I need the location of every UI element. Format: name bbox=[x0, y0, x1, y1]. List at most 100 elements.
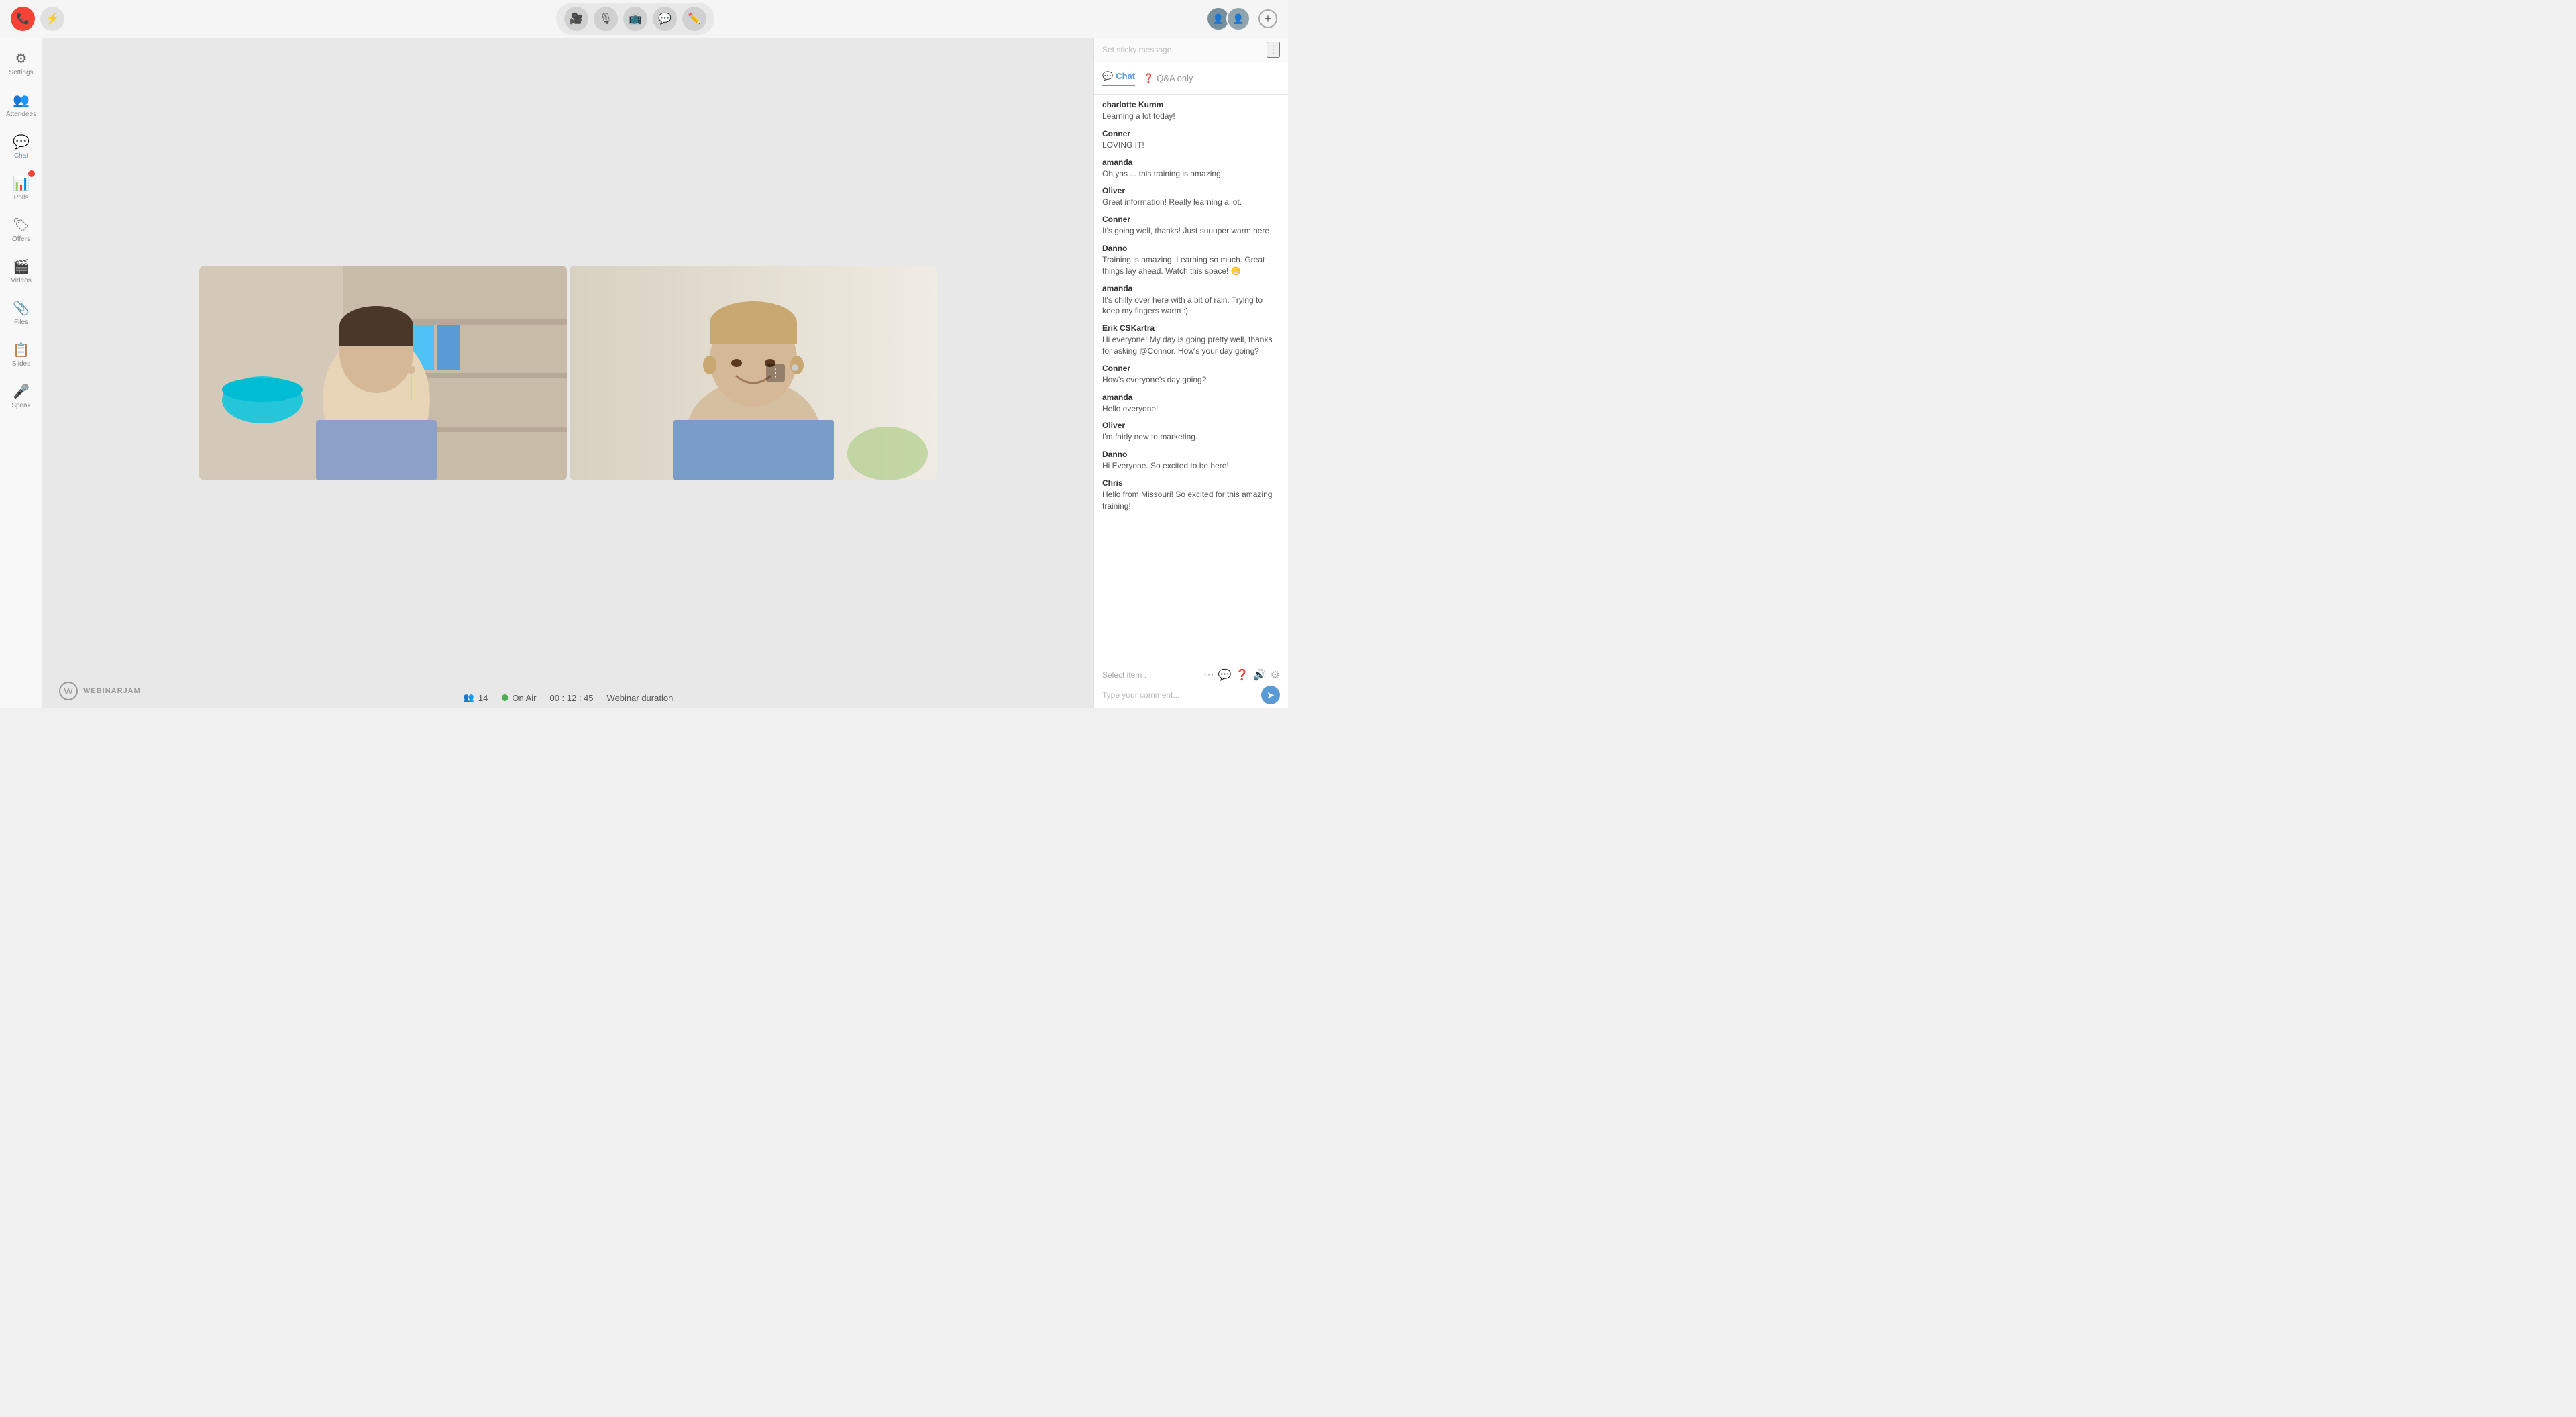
hangup-icon: 📞 bbox=[16, 12, 30, 25]
main-content: ⚙ Settings 👥 Attendees 💬 Chat 📊 Polls 🏷 … bbox=[0, 38, 1288, 708]
chat-name-4: Conner bbox=[1102, 215, 1280, 224]
message-icon-btn[interactable]: 💬 bbox=[1218, 668, 1232, 682]
screen-share-button[interactable]: 📺 bbox=[623, 7, 647, 31]
mic-button[interactable]: 🎙 bbox=[594, 7, 618, 31]
more-options-chat-btn[interactable]: ··· bbox=[1203, 668, 1214, 682]
chat-toolbar-button[interactable]: 💬 bbox=[653, 7, 677, 31]
chat-message-8: Conner How's everyone's day going? bbox=[1102, 364, 1280, 386]
add-attendee-button[interactable]: + bbox=[1258, 9, 1277, 28]
logo-area: W WEBINARJAM bbox=[59, 682, 141, 700]
chat-comment-input[interactable] bbox=[1102, 690, 1257, 700]
chat-header: 💬 Chat ❓ Q&A only bbox=[1094, 62, 1288, 95]
chat-name-1: Conner bbox=[1102, 129, 1280, 138]
attendee-avatars: 👤 👤 bbox=[1206, 7, 1250, 31]
timer-stat: 00 : 12 : 45 bbox=[549, 693, 593, 703]
video-tile-2 bbox=[570, 266, 937, 480]
tab-chat[interactable]: 💬 Chat bbox=[1102, 71, 1135, 86]
chat-input-icons: ··· 💬 ❓ 🔊 ⚙ bbox=[1203, 668, 1280, 682]
chat-text-6: It's chilly over here with a bit of rain… bbox=[1102, 295, 1280, 317]
screen-share-icon: 📺 bbox=[629, 12, 642, 25]
chat-send-button[interactable]: ➤ bbox=[1261, 686, 1280, 704]
chat-message-1: Conner LOVING IT! bbox=[1102, 129, 1280, 151]
chat-panel: Set sticky message... ⋮ 💬 Chat ❓ Q&A onl… bbox=[1093, 38, 1288, 708]
media-toolbar: 🎥 🎙 📺 💬 ✏️ bbox=[556, 3, 714, 35]
sticky-placeholder[interactable]: Set sticky message... bbox=[1102, 45, 1267, 54]
sidebar-item-settings[interactable]: ⚙ Settings bbox=[3, 43, 40, 83]
sidebar-item-videos[interactable]: 🎬 Videos bbox=[3, 251, 40, 291]
chat-name-7: Erik CSKartra bbox=[1102, 323, 1280, 333]
chat-name-9: amanda bbox=[1102, 392, 1280, 402]
chat-text-2: Oh yas ... this training is amazing! bbox=[1102, 168, 1280, 180]
chat-message-0: charlotte Kumm Learning a lot today! bbox=[1102, 100, 1280, 122]
logo-label: WEBINARJAM bbox=[83, 687, 141, 695]
flash-button[interactable]: ⚡ bbox=[40, 7, 64, 31]
video-area: ⋮ 👥 14 On Air 00 : 12 : 45 Webinar durat… bbox=[43, 38, 1093, 708]
sidebar-item-slides[interactable]: 📋 Slides bbox=[3, 334, 40, 374]
chat-name-0: charlotte Kumm bbox=[1102, 100, 1280, 109]
flash-icon: ⚡ bbox=[46, 12, 59, 25]
tab-qa[interactable]: ❓ Q&A only bbox=[1143, 73, 1193, 84]
edit-button[interactable]: ✏️ bbox=[682, 7, 706, 31]
videos-icon: 🎬 bbox=[13, 258, 30, 275]
chat-text-0: Learning a lot today! bbox=[1102, 111, 1280, 122]
polls-icon: 📊 bbox=[13, 175, 30, 192]
settings-label: Settings bbox=[9, 69, 33, 76]
qa-label: Q&A only bbox=[1157, 73, 1193, 83]
camera-button[interactable]: 🎥 bbox=[564, 7, 588, 31]
chat-message-3: Oliver Great information! Really learnin… bbox=[1102, 186, 1280, 208]
status-bar: 👥 14 On Air 00 : 12 : 45 Webinar duratio… bbox=[464, 692, 674, 703]
speak-icon: 🎤 bbox=[13, 383, 30, 400]
chat-name-10: Oliver bbox=[1102, 421, 1280, 430]
more-options-button[interactable]: ⋮ bbox=[766, 364, 785, 382]
mic-icon: 🎙 bbox=[599, 12, 612, 25]
chat-text-9: Hello everyone! bbox=[1102, 403, 1280, 415]
sidebar-item-polls[interactable]: 📊 Polls bbox=[3, 168, 40, 208]
left-sidebar: ⚙ Settings 👥 Attendees 💬 Chat 📊 Polls 🏷 … bbox=[0, 38, 43, 708]
sidebar-item-attendees[interactable]: 👥 Attendees bbox=[3, 85, 40, 125]
videos-label: Videos bbox=[11, 277, 31, 284]
chat-name-5: Danno bbox=[1102, 244, 1280, 253]
chat-tab-label: Chat bbox=[1116, 71, 1135, 81]
question-icon-btn[interactable]: ❓ bbox=[1236, 668, 1249, 682]
video-person-2 bbox=[570, 266, 937, 480]
offers-icon: 🏷 bbox=[13, 217, 30, 233]
chat-name-12: Chris bbox=[1102, 478, 1280, 488]
sidebar-item-files[interactable]: 📎 Files bbox=[3, 293, 40, 333]
on-air-label: On Air bbox=[512, 693, 536, 703]
video-grid bbox=[199, 266, 937, 480]
top-bar: 📞 ⚡ 🎥 🎙 📺 💬 ✏️ 👤 👤 + bbox=[0, 0, 1288, 38]
chat-tab-icon: 💬 bbox=[1102, 71, 1113, 82]
video-person-1 bbox=[199, 266, 567, 480]
duration-text: Webinar duration bbox=[607, 693, 674, 703]
chat-tabs: 💬 Chat ❓ Q&A only bbox=[1102, 71, 1193, 86]
files-icon: 📎 bbox=[13, 300, 30, 317]
volume-icon-btn[interactable]: 🔊 bbox=[1253, 668, 1267, 682]
chat-message-5: Danno Training is amazing. Learning so m… bbox=[1102, 244, 1280, 277]
chat-text-12: Hello from Missouri! So excited for this… bbox=[1102, 489, 1280, 512]
hangup-button[interactable]: 📞 bbox=[11, 7, 35, 31]
timer-display: 00 : 12 : 45 bbox=[549, 693, 593, 703]
chat-message-6: amanda It's chilly over here with a bit … bbox=[1102, 284, 1280, 317]
polls-label: Polls bbox=[14, 194, 29, 201]
chat-name-2: amanda bbox=[1102, 158, 1280, 167]
chat-text-10: I'm fairly new to marketing. bbox=[1102, 431, 1280, 443]
sidebar-item-offers[interactable]: 🏷 Offers bbox=[3, 209, 40, 250]
settings-chat-btn[interactable]: ⚙ bbox=[1271, 668, 1280, 682]
files-label: Files bbox=[14, 319, 28, 326]
sidebar-item-chat[interactable]: 💬 Chat bbox=[3, 126, 40, 166]
sidebar-item-speak[interactable]: 🎤 Speak bbox=[3, 376, 40, 416]
chat-name-11: Danno bbox=[1102, 450, 1280, 459]
top-right-controls: 👤 👤 + bbox=[1206, 7, 1277, 31]
chat-message-7: Erik CSKartra Hi everyone! My day is goi… bbox=[1102, 323, 1280, 357]
sticky-more-button[interactable]: ⋮ bbox=[1267, 42, 1280, 58]
chat-input-row: ➤ bbox=[1102, 686, 1280, 704]
chat-name-6: amanda bbox=[1102, 284, 1280, 293]
chat-text-1: LOVING IT! bbox=[1102, 140, 1280, 151]
chat-text-11: Hi Everyone. So excited to be here! bbox=[1102, 460, 1280, 472]
chat-messages-list: charlotte Kumm Learning a lot today! Con… bbox=[1094, 95, 1288, 664]
offers-label: Offers bbox=[12, 235, 30, 243]
chat-message-10: Oliver I'm fairly new to marketing. bbox=[1102, 421, 1280, 443]
chat-input-area: Select item . ··· 💬 ❓ 🔊 ⚙ ➤ bbox=[1094, 664, 1288, 708]
top-left-controls: 📞 ⚡ bbox=[11, 7, 64, 31]
chat-text-3: Great information! Really learning a lot… bbox=[1102, 197, 1280, 208]
